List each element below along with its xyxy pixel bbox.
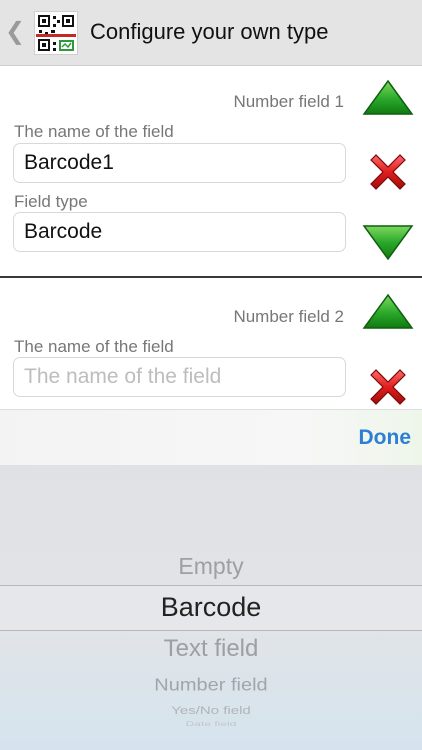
delete-x-icon[interactable] — [363, 362, 417, 408]
page-title: Configure your own type — [90, 19, 329, 44]
field-type-input[interactable]: Barcode — [13, 212, 346, 252]
field-number-label: Number field 2 — [233, 307, 344, 326]
picker-option[interactable]: Text field — [0, 635, 422, 663]
done-button[interactable]: Done — [359, 425, 412, 451]
field-type-label: Field type — [14, 192, 88, 211]
arrow-up-icon[interactable] — [361, 292, 415, 338]
navigation-bar: ❮ Configure your own type — [0, 0, 422, 66]
qr-code-icon — [34, 11, 78, 55]
field-type-picker[interactable]: Empty Barcode Text field Number field Ye… — [0, 465, 422, 750]
chevron-left-icon[interactable]: ❮ — [5, 18, 25, 46]
delete-x-icon[interactable] — [363, 147, 417, 193]
field-block-2: Number field 2 The name of the field The… — [0, 283, 422, 409]
picker-option[interactable]: Empty — [0, 553, 422, 580]
field-number-label: Number field 1 — [233, 92, 344, 111]
name-input[interactable]: Barcode1 — [13, 143, 346, 183]
picker-option[interactable]: Date field — [0, 720, 422, 728]
arrow-down-icon[interactable] — [361, 222, 415, 268]
picker-toolbar: Done — [0, 409, 422, 465]
field-block-1: Number field 1 The name of the field Bar… — [0, 67, 422, 278]
name-field-label: The name of the field — [14, 337, 174, 356]
picker-option[interactable]: Yes/No field — [0, 704, 422, 717]
picker-option[interactable]: Number field — [0, 675, 422, 696]
name-field-label: The name of the field — [14, 122, 174, 141]
name-input[interactable]: The name of the field — [13, 357, 346, 397]
arrow-up-icon[interactable] — [361, 78, 415, 124]
picker-option-selected[interactable]: Barcode — [0, 592, 422, 623]
